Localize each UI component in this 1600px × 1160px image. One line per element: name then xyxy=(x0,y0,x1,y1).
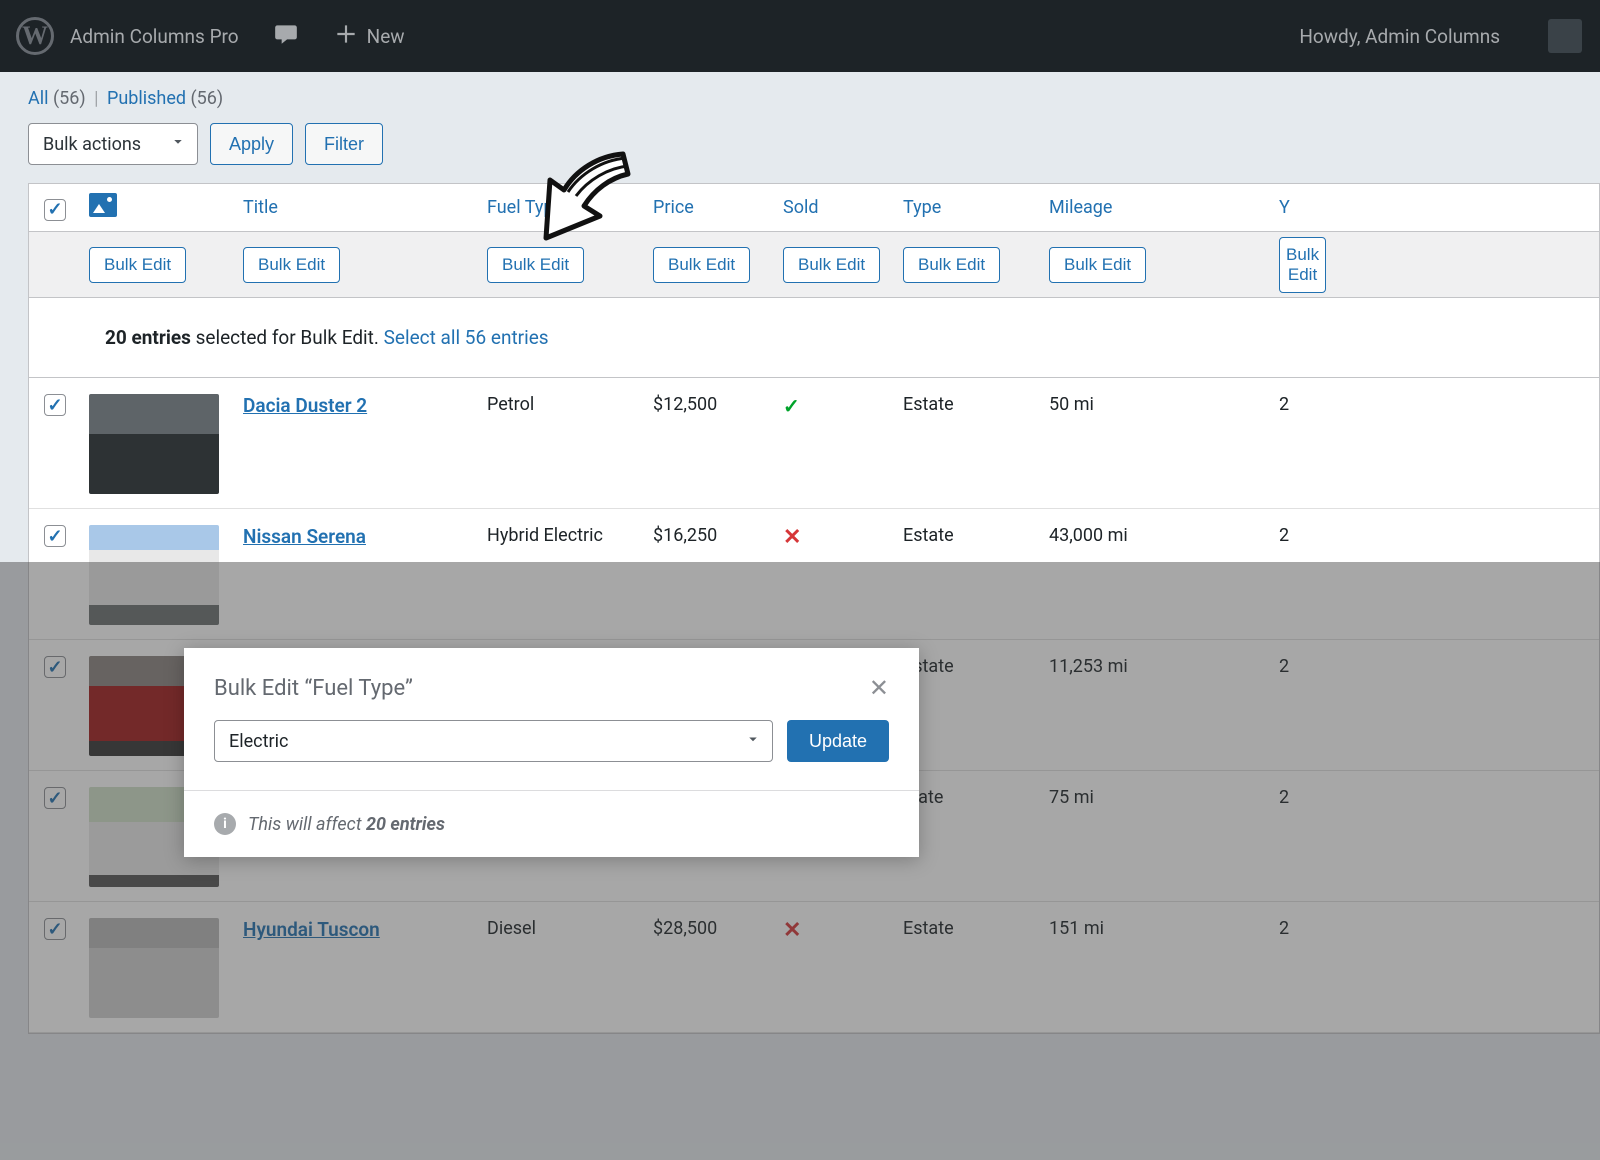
bulk-edit-type[interactable]: Bulk Edit xyxy=(903,247,1000,283)
table-row: Dacia Duster 2 Petrol$12,500 ✓ Estate50 mi2 xyxy=(29,378,1599,509)
plus-icon xyxy=(333,21,359,52)
col-header-mileage[interactable]: Mileage xyxy=(1041,197,1271,218)
separator: | xyxy=(94,88,98,109)
bulk-actions-bar: Bulk actions Apply Filter xyxy=(0,117,1600,183)
info-icon: i xyxy=(214,813,236,835)
row-checkbox[interactable] xyxy=(44,787,66,809)
new-content-menu[interactable]: New xyxy=(333,21,405,52)
close-icon[interactable]: ✕ xyxy=(869,674,889,702)
bulk-edit-sold[interactable]: Bulk Edit xyxy=(783,247,880,283)
x-icon: ✕ xyxy=(783,525,801,550)
chevron-down-icon xyxy=(169,133,187,156)
bulk-actions-select[interactable]: Bulk actions xyxy=(28,123,198,165)
row-checkbox[interactable] xyxy=(44,918,66,940)
cell-type: Estate xyxy=(895,392,1041,415)
row-title-link[interactable]: Nissan Serena xyxy=(243,525,366,548)
col-header-title[interactable]: Title xyxy=(235,197,479,218)
select-all-link[interactable]: Select all 56 entries xyxy=(384,326,549,349)
cell-sold: ✓ xyxy=(775,392,895,418)
filter-button[interactable]: Filter xyxy=(305,123,383,165)
cell-fuel: Hybrid Electric xyxy=(479,523,645,546)
cell-fuel: Petrol xyxy=(479,392,645,415)
select-all-checkbox[interactable] xyxy=(44,199,66,221)
cell-year: 2 xyxy=(1271,916,1331,939)
new-label: New xyxy=(367,25,405,48)
bulk-edit-mileage[interactable]: Bulk Edit xyxy=(1049,247,1146,283)
cell-mileage: 75 mi xyxy=(1041,785,1271,808)
filter-all[interactable]: All xyxy=(28,88,49,109)
cell-mileage: 151 mi xyxy=(1041,916,1271,939)
chevron-down-icon xyxy=(744,730,762,753)
bulk-edit-year[interactable]: Bulk Edit xyxy=(1279,237,1326,293)
col-header-sold[interactable]: Sold xyxy=(775,197,895,218)
cell-mileage: 11,253 mi xyxy=(1041,654,1271,677)
bulk-edit-fuel[interactable]: Bulk Edit xyxy=(487,247,584,283)
howdy-greeting[interactable]: Howdy, Admin Columns xyxy=(1299,25,1500,48)
row-checkbox[interactable] xyxy=(44,656,66,678)
modal-title: Bulk Edit “Fuel Type” xyxy=(214,676,869,701)
filter-published[interactable]: Published xyxy=(107,88,186,109)
cell-price: $28,500 xyxy=(645,916,775,939)
apply-button[interactable]: Apply xyxy=(210,123,293,165)
cell-year: 2 xyxy=(1271,654,1331,677)
table-row: Nissan Serena Hybrid Electric$16,250 ✕ Esta… xyxy=(29,509,1599,640)
wp-admin-bar: W Admin Columns Pro New Howdy, Admin Col… xyxy=(0,0,1600,72)
cell-price: $16,250 xyxy=(645,523,775,546)
col-header-type[interactable]: Type xyxy=(895,197,1041,218)
cell-year: 2 xyxy=(1271,785,1331,808)
bulk-edit-title[interactable]: Bulk Edit xyxy=(243,247,340,283)
cell-sold: ✕ xyxy=(775,916,895,943)
cell-mileage: 43,000 mi xyxy=(1041,523,1271,546)
row-thumbnail[interactable] xyxy=(89,918,219,1018)
selection-count: 20 entries xyxy=(105,326,191,349)
col-header-fuel[interactable]: Fuel Type xyxy=(479,197,645,218)
bulk-edit-row: Bulk Edit Bulk Edit Bulk Edit Bulk Edit … xyxy=(29,232,1599,298)
filter-all-count: (56) xyxy=(53,88,86,109)
cell-type: Estate xyxy=(895,916,1041,939)
cell-sold: ✕ xyxy=(775,523,895,550)
cell-price: $12,500 xyxy=(645,392,775,415)
avatar[interactable] xyxy=(1548,19,1582,53)
cell-type: Estate xyxy=(895,523,1041,546)
image-column-icon[interactable] xyxy=(89,193,117,217)
status-filters: All (56) | Published (56) xyxy=(0,72,1600,117)
check-icon: ✓ xyxy=(783,394,800,418)
table-row: Hyundai Tuscon Diesel$28,500 ✕ Estate151 mi… xyxy=(29,902,1599,1033)
col-header-price[interactable]: Price xyxy=(645,197,775,218)
update-button[interactable]: Update xyxy=(787,720,889,762)
cell-year: 2 xyxy=(1271,392,1331,415)
row-thumbnail[interactable] xyxy=(89,525,219,625)
cell-fuel: Diesel xyxy=(479,916,645,939)
site-title[interactable]: Admin Columns Pro xyxy=(70,25,239,48)
wordpress-logo-icon[interactable]: W xyxy=(16,17,54,55)
filter-published-count: (56) xyxy=(191,88,224,109)
fuel-type-select[interactable]: Electric xyxy=(214,720,773,762)
comments-icon[interactable] xyxy=(273,21,299,52)
bulk-edit-modal: Bulk Edit “Fuel Type” ✕ Electric Update … xyxy=(184,648,919,857)
cell-mileage: 50 mi xyxy=(1041,392,1271,415)
selection-notice: 20 entries selected for Bulk Edit. Selec… xyxy=(29,298,1599,378)
row-title-link[interactable]: Hyundai Tuscon xyxy=(243,918,380,941)
cell-year: 2 xyxy=(1271,523,1331,546)
bulk-edit-price[interactable]: Bulk Edit xyxy=(653,247,750,283)
modal-footer: i This will affect 20 entries xyxy=(184,790,919,857)
col-header-year[interactable]: Y xyxy=(1271,197,1331,218)
x-icon: ✕ xyxy=(783,918,801,943)
posts-table: Title Fuel Type Price Sold Type Mileage … xyxy=(28,183,1600,1034)
row-checkbox[interactable] xyxy=(44,394,66,416)
bulk-edit-image[interactable]: Bulk Edit xyxy=(89,247,186,283)
wp-logo-wrap: W xyxy=(0,17,70,55)
row-title-link[interactable]: Dacia Duster 2 xyxy=(243,394,367,417)
row-thumbnail[interactable] xyxy=(89,394,219,494)
table-header: Title Fuel Type Price Sold Type Mileage … xyxy=(29,184,1599,232)
row-checkbox[interactable] xyxy=(44,525,66,547)
